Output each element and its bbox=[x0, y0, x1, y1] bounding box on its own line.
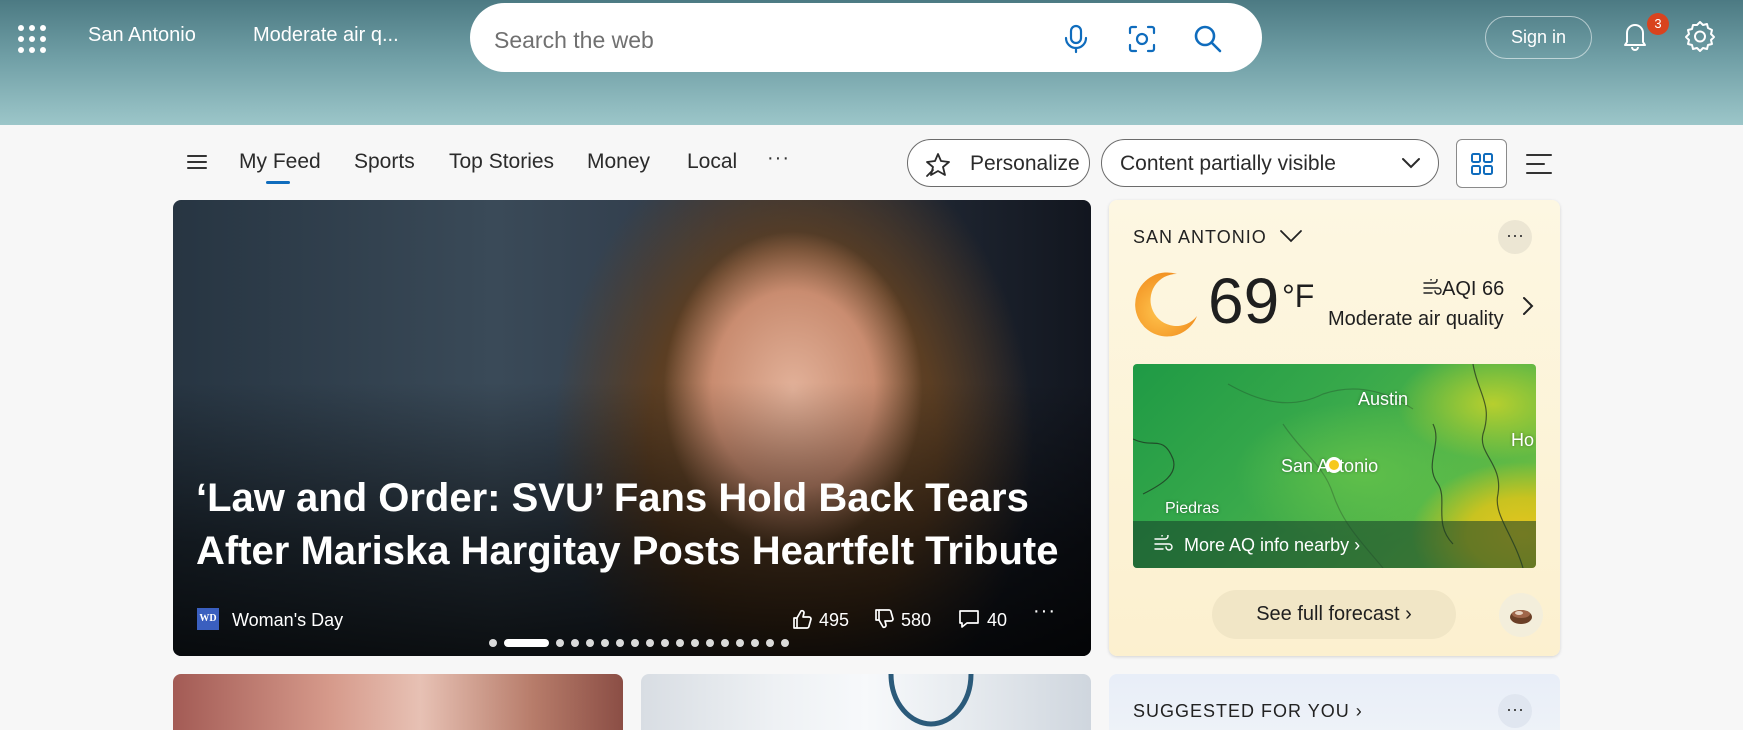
carousel-dot[interactable] bbox=[676, 639, 684, 647]
article-card-image[interactable] bbox=[173, 674, 623, 730]
map-label-houston: Ho bbox=[1511, 430, 1535, 450]
carousel-dot[interactable] bbox=[721, 639, 729, 647]
air-quality-icon bbox=[1154, 535, 1173, 551]
like-button[interactable]: 495 bbox=[791, 608, 849, 631]
carousel-dot[interactable] bbox=[646, 639, 654, 647]
tab-my-feed[interactable]: My Feed bbox=[239, 150, 321, 174]
grid-view-button[interactable] bbox=[1456, 139, 1507, 188]
hero-article-card[interactable]: ‘Law and Order: SVU’ Fans Hold Back Tear… bbox=[173, 200, 1091, 656]
map-label-austin: Austin bbox=[1358, 389, 1409, 409]
carousel-dot[interactable] bbox=[556, 639, 564, 647]
weather-card: SAN ANTONIO ··· 69 °F AQI 66 Moderate ai… bbox=[1109, 200, 1560, 656]
like-count: 495 bbox=[819, 610, 850, 630]
search-input[interactable]: Search the web bbox=[494, 27, 654, 54]
chevron-down-icon bbox=[1279, 230, 1302, 243]
hamburger-icon[interactable] bbox=[186, 153, 208, 171]
comment-icon bbox=[959, 610, 979, 628]
carousel-dot[interactable] bbox=[571, 639, 579, 647]
tab-sports[interactable]: Sports bbox=[354, 150, 415, 174]
suggested-more-button[interactable]: ··· bbox=[1498, 694, 1532, 728]
carousel-dot[interactable] bbox=[661, 639, 669, 647]
sparkle-star-icon bbox=[926, 153, 950, 177]
source-name[interactable]: Woman's Day bbox=[232, 610, 343, 631]
weather-location[interactable]: SAN ANTONIO bbox=[1133, 227, 1303, 248]
dislike-count: 580 bbox=[901, 610, 932, 630]
air-quality-map[interactable]: Austin San Antonio Piedras Ho More AQ in… bbox=[1133, 364, 1536, 568]
carousel-dot[interactable] bbox=[616, 639, 624, 647]
location-link[interactable]: San Antonio bbox=[88, 24, 196, 47]
top-header: San Antonio Moderate air q... Search the… bbox=[0, 0, 1743, 125]
see-full-forecast-button[interactable]: See full forecast › bbox=[1212, 590, 1456, 639]
comment-button[interactable]: 40 bbox=[957, 608, 1007, 631]
visual-search-icon[interactable] bbox=[1126, 23, 1158, 55]
sign-in-button[interactable]: Sign in bbox=[1485, 16, 1592, 59]
apps-grid-icon[interactable] bbox=[18, 25, 46, 53]
feed-nav: My Feed Sports Top Stories Money Local ·… bbox=[0, 125, 1743, 200]
list-view-icon[interactable] bbox=[1524, 149, 1554, 179]
carousel-dot[interactable] bbox=[601, 639, 609, 647]
content-visibility-value: Content partially visible bbox=[1120, 152, 1336, 175]
carousel-dot[interactable] bbox=[736, 639, 744, 647]
chevron-down-icon bbox=[1402, 158, 1420, 169]
gear-icon[interactable] bbox=[1683, 19, 1717, 53]
carousel-dot[interactable] bbox=[586, 639, 594, 647]
aqi-value[interactable]: AQI 66 bbox=[1422, 276, 1504, 301]
notification-badge: 3 bbox=[1647, 13, 1669, 35]
personalize-label: Personalize bbox=[970, 152, 1080, 175]
chevron-right-icon[interactable] bbox=[1521, 295, 1535, 317]
temperature-unit[interactable]: °F bbox=[1282, 278, 1314, 315]
carousel-dot[interactable] bbox=[766, 639, 774, 647]
tab-local[interactable]: Local bbox=[687, 150, 737, 174]
carousel-dot[interactable] bbox=[706, 639, 714, 647]
moon-icon bbox=[1135, 272, 1197, 337]
aq-info-label: More AQ info nearby › bbox=[1184, 535, 1361, 555]
suggested-for-you-card: SUGGESTED FOR YOU › ··· bbox=[1109, 674, 1560, 730]
search-icon[interactable] bbox=[1192, 23, 1224, 55]
aq-info-link[interactable]: More AQ info nearby › bbox=[1133, 521, 1536, 568]
more-tabs-button[interactable]: ··· bbox=[767, 147, 790, 170]
suggested-title[interactable]: SUGGESTED FOR YOU › bbox=[1133, 701, 1363, 722]
personalize-button[interactable]: Personalize bbox=[907, 139, 1090, 187]
carousel-indicator[interactable] bbox=[489, 638, 789, 648]
carousel-dot[interactable] bbox=[631, 639, 639, 647]
dislike-button[interactable]: 580 bbox=[873, 608, 931, 631]
air-quality-icon bbox=[1423, 276, 1442, 295]
aqi-description[interactable]: Moderate air quality bbox=[1328, 308, 1504, 331]
comment-count: 40 bbox=[987, 610, 1008, 630]
tab-top-stories[interactable]: Top Stories bbox=[449, 150, 554, 174]
weather-more-button[interactable]: ··· bbox=[1498, 220, 1532, 254]
carousel-dot[interactable] bbox=[691, 639, 699, 647]
tab-money[interactable]: Money bbox=[587, 150, 650, 174]
stethoscope-image bbox=[888, 674, 974, 727]
microphone-icon[interactable] bbox=[1060, 23, 1092, 55]
location-pin bbox=[1326, 457, 1342, 473]
map-label-piedras: Piedras bbox=[1165, 500, 1220, 517]
carousel-dot[interactable] bbox=[751, 639, 759, 647]
article-more-button[interactable]: ··· bbox=[1033, 600, 1056, 623]
carousel-dot[interactable] bbox=[504, 639, 549, 647]
coffee-icon[interactable] bbox=[1499, 593, 1543, 637]
carousel-dot[interactable] bbox=[781, 639, 789, 647]
air-quality-link[interactable]: Moderate air q... bbox=[253, 24, 399, 47]
grid-view-icon bbox=[1471, 153, 1493, 175]
article-card-image[interactable] bbox=[641, 674, 1091, 730]
hero-image bbox=[173, 200, 1091, 656]
thumbs-down-icon bbox=[875, 609, 894, 629]
carousel-dot[interactable] bbox=[489, 639, 497, 647]
search-box[interactable]: Search the web bbox=[470, 3, 1262, 72]
active-tab-indicator bbox=[266, 181, 290, 184]
source-logo: WD bbox=[197, 608, 219, 630]
thumbs-up-icon bbox=[793, 609, 812, 629]
temperature-value[interactable]: 69 bbox=[1208, 264, 1279, 338]
content-visibility-dropdown[interactable]: Content partially visible bbox=[1101, 139, 1439, 187]
hero-headline[interactable]: ‘Law and Order: SVU’ Fans Hold Back Tear… bbox=[196, 472, 1076, 578]
